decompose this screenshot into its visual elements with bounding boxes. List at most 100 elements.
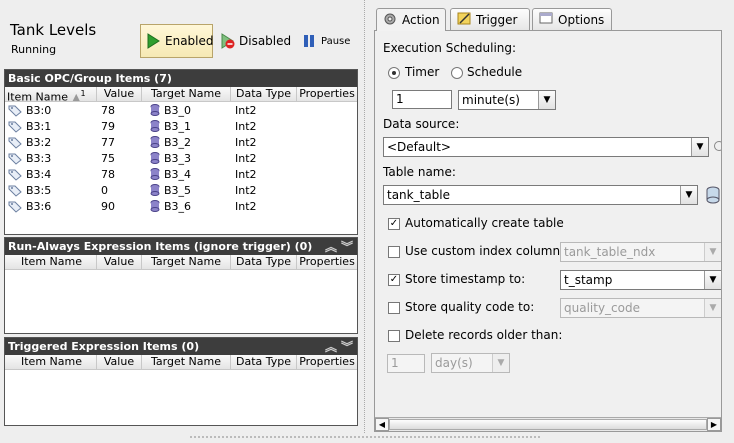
table-row[interactable]: B3:3 75 B3_3 Int2 xyxy=(5,150,357,166)
scroll-left-icon[interactable]: ◀ xyxy=(375,418,389,431)
column-target-name[interactable]: Target Name xyxy=(142,355,231,369)
auto-create-label[interactable]: Automatically create table xyxy=(405,216,564,230)
column-data-type[interactable]: Data Type xyxy=(231,255,297,269)
item-name-cell: B3:3 xyxy=(5,152,97,165)
tab-action[interactable]: Action xyxy=(376,8,446,31)
store-quality-label[interactable]: Store quality code to: xyxy=(405,300,534,314)
rate-input[interactable]: 1 xyxy=(392,90,452,109)
schedule-radio[interactable] xyxy=(451,67,463,79)
delete-unit-select[interactable]: day(s) ▼ xyxy=(431,353,510,373)
tab-options[interactable]: Options xyxy=(532,8,612,30)
expand-down-icon[interactable]: ︾ xyxy=(341,339,353,356)
delete-age-input[interactable]: 1 xyxy=(387,354,425,373)
timestamp-select[interactable]: t_stamp ▼ xyxy=(560,270,721,290)
column-value[interactable]: Value xyxy=(97,87,142,101)
tag-icon xyxy=(8,200,22,213)
chevron-down-icon: ▼ xyxy=(492,354,509,372)
target-name-cell: B3_4 xyxy=(142,168,231,181)
table-row[interactable]: B3:2 77 B3_2 Int2 xyxy=(5,134,357,150)
scroll-thumb[interactable] xyxy=(389,419,707,430)
column-data-type[interactable]: Data Type xyxy=(231,87,297,101)
value-cell: 75 xyxy=(101,151,115,165)
store-timestamp-label[interactable]: Store timestamp to: xyxy=(405,272,525,286)
database-icon xyxy=(150,104,160,116)
delete-records-checkbox[interactable] xyxy=(388,330,400,342)
target-name-cell: B3_0 xyxy=(142,104,231,117)
tag-icon xyxy=(8,152,22,165)
page-title: Tank Levels xyxy=(10,21,97,39)
item-name-cell: B3:2 xyxy=(5,136,97,149)
horizontal-scrollbar[interactable]: ◀ ▶ xyxy=(375,417,721,431)
run-always-table-header: Item Name Value Target Name Data Type Pr… xyxy=(5,255,357,270)
datasource-select[interactable]: <Default> ▼ xyxy=(383,137,709,157)
item-name-cell: B3:1 xyxy=(5,120,97,133)
value-cell: 78 xyxy=(101,167,115,181)
column-item-name[interactable]: Item Name ▲1 xyxy=(5,87,97,101)
column-target-name[interactable]: Target Name xyxy=(142,87,231,101)
pause-label: Pause xyxy=(321,35,351,47)
scroll-right-icon[interactable]: ▶ xyxy=(707,418,721,431)
custom-index-label[interactable]: Use custom index column: xyxy=(405,244,564,258)
target-name-cell: B3_6 xyxy=(142,200,231,213)
expand-down-icon[interactable]: ︾ xyxy=(341,239,353,256)
column-item-name[interactable]: Item Name xyxy=(5,355,97,369)
split-pane-divider[interactable] xyxy=(364,0,368,433)
delete-records-label[interactable]: Delete records older than: xyxy=(405,328,562,342)
store-quality-checkbox[interactable] xyxy=(388,302,400,314)
column-item-name[interactable]: Item Name xyxy=(5,255,97,269)
column-value[interactable]: Value xyxy=(97,255,142,269)
column-properties[interactable]: Properties xyxy=(297,355,357,369)
table-row[interactable]: B3:5 0 B3_5 Int2 xyxy=(5,182,357,198)
database-icon xyxy=(150,152,160,164)
rate-unit-select[interactable]: minute(s) ▼ xyxy=(458,90,556,110)
run-always-panel: Run-Always Expression Items (ignore trig… xyxy=(4,237,358,334)
table-name-select[interactable]: tank_table ▼ xyxy=(383,185,698,205)
enabled-button[interactable]: Enabled xyxy=(140,24,214,58)
data-type-cell: Int2 xyxy=(235,151,257,165)
table-row[interactable]: B3:1 79 B3_1 Int2 xyxy=(5,118,357,134)
auto-create-checkbox[interactable]: ✓ xyxy=(388,218,400,230)
column-target-name[interactable]: Target Name xyxy=(142,255,231,269)
data-type-cell: Int2 xyxy=(235,135,257,149)
timer-radio[interactable] xyxy=(388,67,400,79)
chevron-down-icon: ▼ xyxy=(538,91,555,109)
store-timestamp-checkbox[interactable]: ✓ xyxy=(388,274,400,286)
schedule-label[interactable]: Schedule xyxy=(467,65,522,79)
database-icon xyxy=(150,200,160,212)
column-properties[interactable]: Properties xyxy=(297,87,357,101)
table-row[interactable]: B3:4 78 B3_4 Int2 xyxy=(5,166,357,182)
custom-index-select[interactable]: tank_table_ndx ▼ xyxy=(560,242,721,262)
item-name-cell: B3:6 xyxy=(5,200,97,213)
chevron-down-icon: ▼ xyxy=(704,271,721,289)
timer-label[interactable]: Timer xyxy=(405,65,439,79)
refresh-icon[interactable] xyxy=(714,141,721,151)
triggered-table-header: Item Name Value Target Name Data Type Pr… xyxy=(5,355,357,370)
pause-button[interactable]: Pause xyxy=(301,24,350,58)
value-cell: 79 xyxy=(101,119,115,133)
collapse-up-icon[interactable]: ︽ xyxy=(325,339,337,356)
column-value[interactable]: Value xyxy=(97,355,142,369)
collapse-up-icon[interactable]: ︽ xyxy=(325,239,337,256)
table-row[interactable]: B3:0 78 B3_0 Int2 xyxy=(5,102,357,118)
database-icon xyxy=(150,136,160,148)
database-icon[interactable] xyxy=(705,186,721,204)
quality-select[interactable]: quality_code ▼ xyxy=(560,298,721,318)
disabled-button[interactable]: Disabled xyxy=(219,24,291,58)
target-name-cell: B3_3 xyxy=(142,152,231,165)
datasource-label: Data source: xyxy=(383,117,460,131)
tab-trigger[interactable]: Trigger xyxy=(450,8,530,30)
item-name-cell: B3:4 xyxy=(5,168,97,181)
run-always-title: Run-Always Expression Items (ignore trig… xyxy=(8,240,313,253)
tag-icon xyxy=(8,136,22,149)
table-row[interactable]: B3:6 90 B3_6 Int2 xyxy=(5,198,357,214)
basic-items-rows: B3:0 78 B3_0 Int2 B3:1 79 B3_1 Int2 B3:2 77 B3_2 In… xyxy=(5,102,357,214)
enabled-label: Enabled xyxy=(165,34,214,48)
gear-icon xyxy=(383,12,397,29)
basic-items-panel: Basic OPC/Group Items (7) Item Name ▲1 Va… xyxy=(4,69,358,235)
column-properties[interactable]: Properties xyxy=(297,255,357,269)
custom-index-checkbox[interactable] xyxy=(388,246,400,258)
scheduling-label: Execution Scheduling: xyxy=(383,41,517,55)
column-data-type[interactable]: Data Type xyxy=(231,355,297,369)
run-always-header: Run-Always Expression Items (ignore trig… xyxy=(5,238,357,255)
resize-grip[interactable] xyxy=(190,436,540,438)
